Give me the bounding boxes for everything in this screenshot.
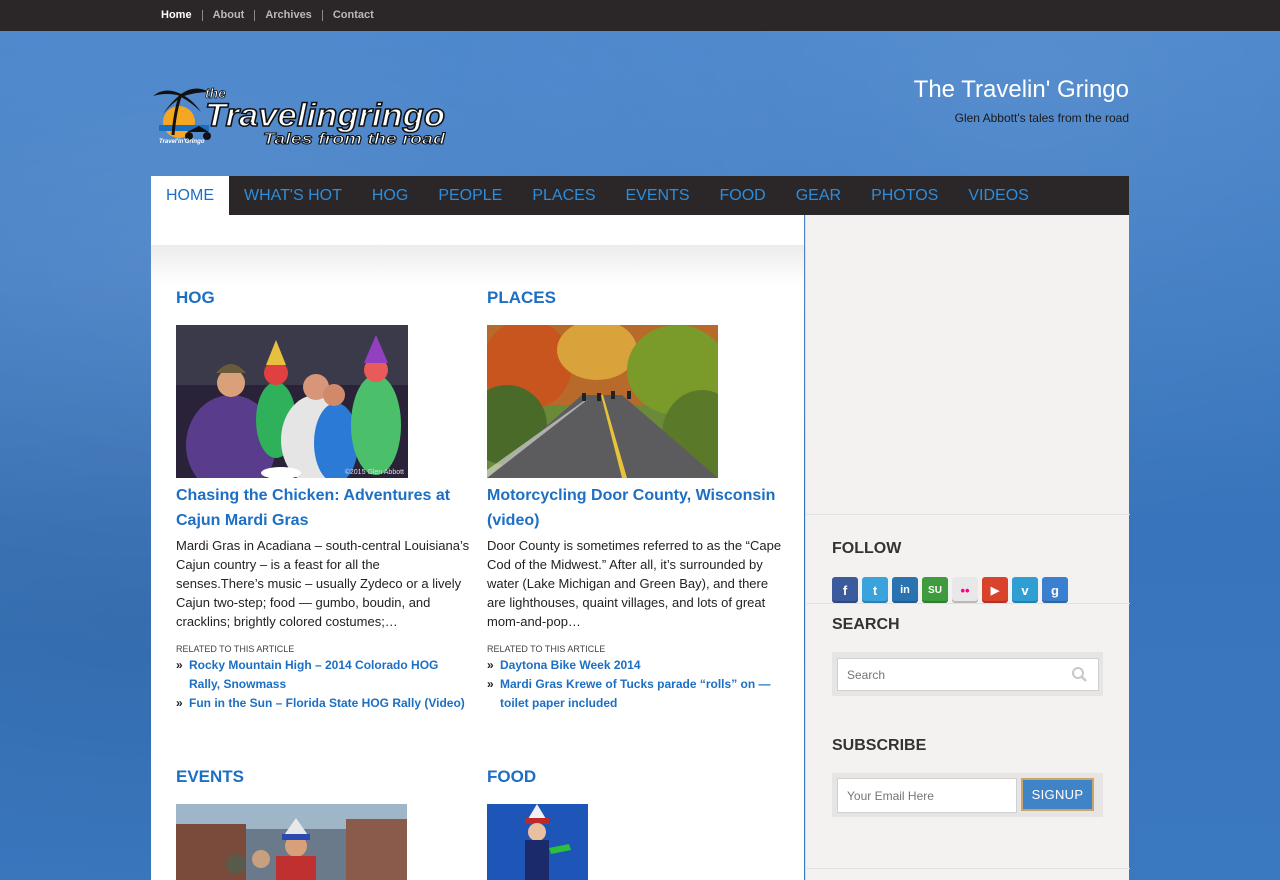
top-nav-archives[interactable]: Archives	[265, 9, 311, 21]
top-nav-about[interactable]: About	[213, 9, 245, 21]
main-nav-videos[interactable]: VIDEOS	[953, 176, 1043, 215]
search-input[interactable]	[837, 658, 1099, 691]
nav-divider	[254, 9, 256, 21]
post-thumbnail-events[interactable]	[176, 804, 407, 880]
related-label: RELATED TO THIS ARTICLE	[487, 644, 606, 654]
main-nav-gear[interactable]: GEAR	[781, 176, 856, 215]
social-links: f t in SU •• ▶ v g	[832, 577, 1068, 603]
main-nav-home[interactable]: HOME	[151, 176, 229, 215]
section-title[interactable]: HOG	[176, 288, 471, 308]
follow-heading: FOLLOW	[832, 540, 902, 557]
linkedin-icon[interactable]: in	[892, 577, 918, 603]
post-excerpt: Mardi Gras in Acadiana – south-central L…	[176, 538, 470, 629]
section-places: PLACES	[487, 288, 782, 308]
main-nav-places[interactable]: PLACES	[517, 176, 610, 215]
content-divider	[151, 245, 804, 285]
subscribe-heading: SUBSCRIBE	[832, 737, 927, 754]
facebook-icon[interactable]: f	[832, 577, 858, 603]
top-nav-contact[interactable]: Contact	[333, 9, 374, 21]
section-hog: HOG	[176, 288, 471, 308]
post-title[interactable]: Chasing the Chicken: Adventures at Cajun…	[176, 483, 471, 533]
main-nav-people[interactable]: PEOPLE	[423, 176, 517, 215]
section-title[interactable]: FOOD	[487, 767, 782, 787]
related-list: » Daytona Bike Week 2014 » Mardi Gras Krew…	[487, 656, 782, 713]
flickr-icon[interactable]: ••	[952, 577, 978, 603]
main-nav-events[interactable]: EVENTS	[610, 176, 704, 215]
site-title[interactable]: The Travelin' Gringo	[914, 76, 1129, 104]
main-nav-food[interactable]: FOOD	[705, 176, 781, 215]
search-heading: SEARCH	[832, 616, 900, 633]
top-bar: Home About Archives Contact	[0, 0, 1280, 31]
subscribe-form: SIGNUP	[832, 773, 1103, 817]
sidebar: FOLLOW f t in SU •• ▶ v g SEARCH SUBSCRI…	[805, 215, 1130, 880]
nav-divider	[201, 9, 203, 21]
post-hog: Chasing the Chicken: Adventures at Cajun…	[176, 483, 471, 713]
main-content: HOG ©2015 Glen Abbott Chasing the Chicke…	[151, 215, 804, 880]
sidebar-ad-space	[806, 215, 1130, 515]
svg-text:Travelingringo: Travelingringo	[205, 97, 445, 133]
svg-text:Travel'in'Gringo: Travel'in'Gringo	[159, 139, 205, 145]
search-form	[832, 652, 1103, 696]
related-link[interactable]: » Rocky Mountain High – 2014 Colorado HOG…	[176, 656, 471, 694]
twitter-icon[interactable]: t	[862, 577, 888, 603]
email-field[interactable]	[837, 778, 1017, 813]
section-title[interactable]: PLACES	[487, 288, 782, 308]
svg-text:©2015 Glen Abbott: ©2015 Glen Abbott	[345, 468, 404, 476]
vimeo-icon[interactable]: v	[1012, 577, 1038, 603]
related-link[interactable]: » Fun in the Sun – Florida State HOG Rall…	[176, 694, 471, 713]
post-places: Motorcycling Door County, Wisconsin (vid…	[487, 483, 782, 713]
section-events: EVENTS	[176, 767, 471, 787]
related-list: » Rocky Mountain High – 2014 Colorado HOG…	[176, 656, 471, 713]
site-tagline: Glen Abbott's tales from the road	[954, 111, 1129, 125]
main-nav-whats-hot[interactable]: WHAT'S HOT	[229, 176, 357, 215]
top-nav: Home About Archives Contact	[161, 9, 374, 21]
stumbleupon-icon[interactable]: SU	[922, 577, 948, 603]
related-label: RELATED TO THIS ARTICLE	[176, 644, 295, 654]
main-nav-hog[interactable]: HOG	[357, 176, 423, 215]
top-nav-home[interactable]: Home	[161, 9, 192, 21]
post-excerpt: Door County is sometimes referred to as …	[487, 538, 782, 629]
post-thumbnail-food[interactable]	[487, 804, 588, 880]
related-link[interactable]: » Mardi Gras Krewe of Tucks parade “rolls…	[487, 675, 782, 713]
google-icon[interactable]: g	[1042, 577, 1068, 603]
sidebar-divider	[806, 868, 1130, 869]
svg-text:Tales from the road: Tales from the road	[263, 131, 446, 148]
post-title[interactable]: Motorcycling Door County, Wisconsin (vid…	[487, 483, 782, 533]
main-nav: HOME WHAT'S HOT HOG PEOPLE PLACES EVENTS…	[151, 176, 1129, 215]
site-logo[interactable]: Travel'in'Gringo the Travelingringo Tale…	[151, 80, 451, 150]
nav-divider	[321, 9, 323, 21]
post-thumbnail-mardi-gras[interactable]: ©2015 Glen Abbott	[176, 325, 408, 478]
section-food: FOOD	[487, 767, 782, 787]
sidebar-divider	[806, 603, 1130, 604]
section-title[interactable]: EVENTS	[176, 767, 471, 787]
main-nav-photos[interactable]: PHOTOS	[856, 176, 953, 215]
signup-button[interactable]: SIGNUP	[1021, 778, 1094, 811]
search-icon[interactable]	[1071, 666, 1087, 682]
related-link[interactable]: » Daytona Bike Week 2014	[487, 656, 782, 675]
post-thumbnail-door-county[interactable]	[487, 325, 718, 478]
youtube-icon[interactable]: ▶	[982, 577, 1008, 603]
